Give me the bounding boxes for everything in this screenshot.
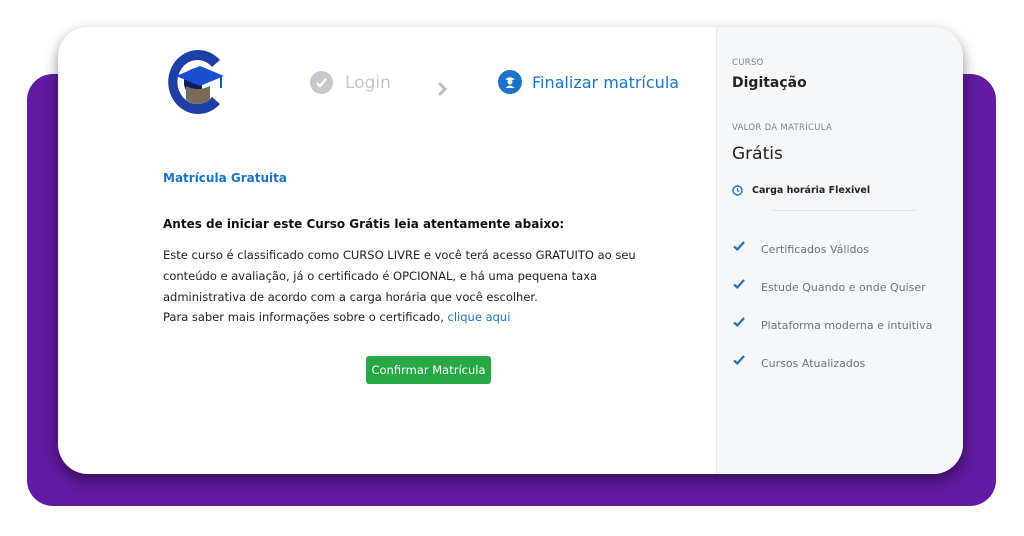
feature-item: Cursos Atualizados [732, 353, 865, 370]
course-name: Digitação [732, 75, 807, 91]
step-finalize[interactable]: Finalizar matrícula [498, 70, 679, 94]
feature-item: Plataforma moderna e intuitiva [732, 315, 932, 332]
feature-item: Estude Quando e onde Quiser [732, 277, 926, 294]
feature-label: Estude Quando e onde Quiser [761, 281, 926, 294]
clock-icon [732, 185, 743, 196]
notice-body: Este curso é classificado como CURSO LIV… [163, 248, 636, 304]
notice-heading: Antes de iniciar este Curso Grátis leia … [163, 217, 565, 231]
enrollment-card: Login Finalizar matrícula Matrícula Grat… [58, 27, 963, 474]
workload-text: Carga horária Flexivel [752, 185, 871, 196]
feature-label: Plataforma moderna e intuitiva [761, 319, 933, 332]
workload-info: Carga horária Flexivel [732, 185, 870, 196]
logo-icon [168, 50, 224, 114]
checkmark-icon [733, 317, 745, 328]
sidebar-divider [772, 210, 917, 211]
price-value: Grátis [732, 144, 783, 164]
certificate-info-link[interactable]: clique aqui [448, 310, 511, 324]
checkmark-icon [733, 241, 745, 252]
feature-label: Cursos Atualizados [761, 357, 866, 370]
checkmark-icon [733, 355, 745, 366]
feature-item: Certificados Válidos [732, 239, 869, 256]
confirm-enrollment-button[interactable]: Confirmar Matrícula [366, 356, 491, 384]
summary-sidebar: CURSO Digitação VALOR DA MATRÍCULA Gráti… [716, 27, 963, 474]
feature-label: Certificados Válidos [761, 243, 869, 256]
section-title: Matrícula Gratuita [163, 171, 287, 185]
main-panel: Login Finalizar matrícula Matrícula Grat… [58, 27, 716, 474]
logo [162, 46, 226, 118]
step-finalize-label: Finalizar matrícula [532, 72, 680, 92]
checkmark-icon [733, 279, 745, 290]
certificate-info: Para saber mais informações sobre o cert… [163, 310, 510, 324]
step-login[interactable]: Login [310, 71, 391, 94]
chevron-right-icon [436, 81, 448, 101]
course-label: CURSO [732, 58, 764, 68]
user-graduate-icon [498, 70, 522, 94]
check-circle-icon [310, 71, 333, 94]
step-login-label: Login [345, 72, 391, 93]
certificate-info-text: Para saber mais informações sobre o cert… [163, 310, 444, 324]
price-label: VALOR DA MATRÍCULA [732, 123, 833, 133]
